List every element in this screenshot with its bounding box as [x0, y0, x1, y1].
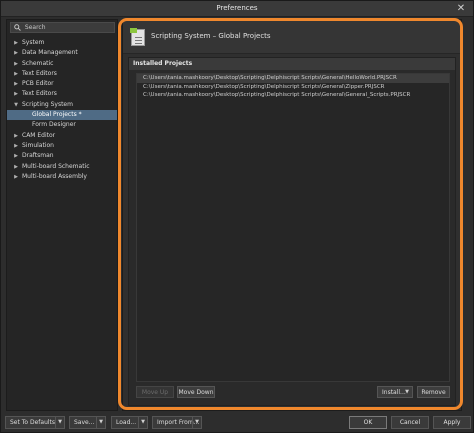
tree-item-multi-board-schematic[interactable]: ▶ Multi-board Schematic	[7, 162, 117, 172]
tree-item-text-editors-2[interactable]: ▶ Text Editors	[7, 89, 117, 99]
apply-button[interactable]: Apply	[433, 416, 471, 429]
tree-item-label: Simulation	[22, 141, 54, 149]
tree-item-label: Data Management	[22, 49, 78, 57]
tree-item-label: System	[22, 39, 45, 46]
expand-arrow-icon[interactable]: ▶	[13, 38, 19, 48]
tree-item-simulation[interactable]: ▶ Simulation	[7, 141, 117, 151]
ok-button[interactable]: OK	[349, 416, 387, 429]
move-up-button[interactable]: Move Up	[136, 386, 174, 398]
install-label: Install...	[382, 389, 406, 396]
page-title: Scripting System – Global Projects	[151, 32, 271, 40]
expand-arrow-icon[interactable]: ▶	[13, 48, 19, 58]
list-item[interactable]: C:\Users\tania.mashkoory\Desktop\Scripti…	[137, 83, 449, 92]
tree-item-label: PCB Editor	[22, 80, 54, 88]
tree-item-label: Draftsman	[22, 152, 54, 160]
preferences-tree-panel: ▶System ▶Data Management ▶Schematic ▶Tex…	[6, 19, 118, 411]
project-buttons: Move Up Move Down Install... ▼ Remove	[129, 386, 455, 402]
cancel-button[interactable]: Cancel	[391, 416, 429, 429]
tree-item-label: CAM Editor	[22, 131, 56, 139]
tree-item-cam-editor[interactable]: ▶ CAM Editor	[7, 131, 117, 141]
expand-arrow-icon[interactable]: ▶	[13, 172, 19, 182]
expand-arrow-icon[interactable]: ▶	[13, 59, 19, 69]
tree-item-label: Schematic	[22, 59, 54, 67]
search-icon	[14, 24, 21, 31]
tree-item-data-management[interactable]: ▶ Data Management	[7, 48, 117, 58]
dropdown-caret-icon[interactable]: ▼	[55, 417, 64, 428]
expand-arrow-icon[interactable]: ▶	[13, 151, 19, 161]
title-bar: Preferences ✕	[1, 1, 473, 17]
list-item[interactable]: C:\Users\tania.mashkoory\Desktop\Scripti…	[137, 74, 449, 83]
move-down-button[interactable]: Move Down	[177, 386, 215, 398]
expand-arrow-icon[interactable]: ▶	[13, 79, 19, 89]
load-button[interactable]: Load... ▼	[111, 416, 148, 429]
tree-item-scripting-system[interactable]: ▼ Scripting System	[7, 100, 117, 110]
tree-item-label: Text Editors	[22, 69, 57, 77]
save-button[interactable]: Save... ▼	[69, 416, 106, 429]
tree-item-text-editors[interactable]: ▶ Text Editors	[7, 69, 117, 79]
tree-item-label: Multi-board Assembly	[22, 172, 87, 180]
window-title: Preferences	[216, 4, 258, 12]
tree-item-system[interactable]: ▶ System	[7, 38, 117, 48]
tree-item-label: Form Designer	[32, 121, 76, 129]
search-input[interactable]	[24, 24, 114, 31]
tree-item-draftsman[interactable]: ▶ Draftsman	[7, 151, 117, 161]
close-icon[interactable]: ✕	[455, 3, 467, 15]
tree-item-label: Global Projects *	[32, 111, 82, 119]
expand-arrow-icon[interactable]: ▶	[13, 131, 19, 141]
expand-arrow-icon[interactable]: ▶	[13, 89, 19, 99]
tree-item-pcb-editor[interactable]: ▶ PCB Editor	[7, 79, 117, 89]
expand-arrow-icon[interactable]: ▶	[13, 141, 19, 151]
tree-item-global-projects[interactable]: Global Projects *	[7, 110, 117, 121]
remove-button[interactable]: Remove	[417, 386, 450, 398]
tree-item-label: Multi-board Schematic	[22, 162, 90, 170]
dropdown-caret-icon[interactable]: ▼	[96, 417, 105, 428]
preferences-tree: ▶ System ▶ Data Management ▶ Schematic ▶ Tex…	[7, 38, 117, 182]
set-to-defaults-label: Set To Defaults	[10, 419, 56, 426]
import-from-button[interactable]: Import From... ▼	[152, 416, 202, 429]
save-label: Save...	[74, 419, 95, 426]
expand-arrow-icon[interactable]: ▶	[13, 69, 19, 79]
tree-item-multi-board-assembly[interactable]: ▶ Multi-board Assembly	[7, 172, 117, 182]
collapse-arrow-icon[interactable]: ▼	[13, 100, 19, 110]
list-item[interactable]: C:\Users\tania.mashkoory\Desktop\Scripti…	[137, 91, 449, 100]
dropdown-caret-icon[interactable]: ▼	[192, 417, 201, 428]
tree-item-schematic[interactable]: ▶ Schematic	[7, 59, 117, 69]
preferences-dialog: Preferences ✕ ▶System ▶Data Management ▶…	[0, 0, 474, 433]
search-box[interactable]	[10, 22, 115, 33]
load-label: Load...	[116, 419, 137, 426]
bottom-bar: Set To Defaults ▼ Save... ▼ Load... ▼ Impor…	[1, 413, 473, 433]
section-title: Installed Projects	[129, 58, 455, 70]
expand-arrow-icon[interactable]: ▶	[13, 162, 19, 172]
settings-panel: Scripting System – Global Projects Insta…	[122, 19, 462, 411]
installed-projects-list[interactable]: C:\Users\tania.mashkoory\Desktop\Scripti…	[136, 73, 450, 382]
dropdown-caret-icon: ▼	[405, 389, 409, 395]
set-to-defaults-button[interactable]: Set To Defaults ▼	[5, 416, 65, 429]
settings-header: Scripting System – Global Projects	[123, 20, 461, 54]
tree-item-label: Scripting System	[22, 100, 73, 108]
tree-item-form-designer[interactable]: Form Designer	[7, 120, 117, 130]
installed-projects-section: Installed Projects C:\Users\tania.mashko…	[128, 57, 456, 406]
document-icon	[130, 28, 145, 46]
tree-item-label: Text Editors	[22, 90, 57, 98]
dropdown-caret-icon[interactable]: ▼	[138, 417, 147, 428]
install-button[interactable]: Install... ▼	[377, 386, 413, 398]
